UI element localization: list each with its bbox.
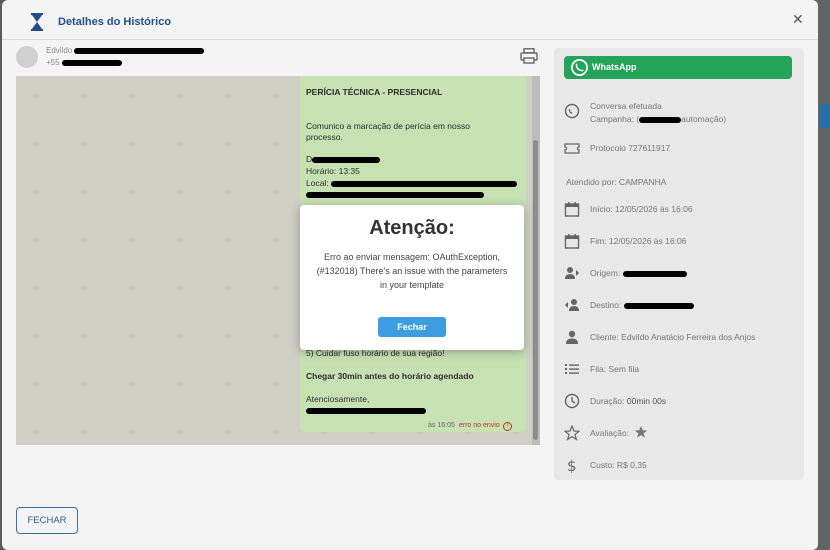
custo-text: Custo: R$ 0,35 [590, 460, 647, 470]
message-timestamp: às 16:05 [428, 422, 455, 429]
star-icon [634, 425, 648, 438]
error-icon: ! [502, 422, 512, 431]
print-icon[interactable] [520, 48, 538, 64]
duracao-row: Duração: 00min 00s [564, 391, 796, 413]
contact-header: Edvildo +55 [16, 44, 526, 74]
avatar [16, 46, 38, 68]
user-out-icon [565, 267, 579, 279]
custo-row: $ Custo: R$ 0,35 [564, 455, 796, 477]
message-time: Horário: 13:35 [306, 166, 360, 176]
fila-text: Fila: Sem fila [590, 364, 640, 374]
message-heading: PERÍCIA TÉCNICA - PRESENCIAL [306, 87, 443, 97]
redaction-mark [639, 116, 682, 123]
inicio-text: Início: 12/05/2026 às 16:06 [590, 204, 693, 214]
modal-title: Detalhes do Histórico [58, 16, 172, 28]
send-error-label: erro no envio [458, 422, 500, 429]
fim-text: Fim: 12/05/2026 às 16:06 [590, 236, 687, 246]
contact-name: Edvildo [46, 46, 73, 55]
ticket-icon [564, 143, 580, 154]
alert-close-button[interactable]: Fechar [378, 317, 446, 337]
message-line: processo. [306, 132, 343, 142]
user-in-icon [565, 299, 579, 311]
error-alert: Atenção: Erro ao enviar mensagem: OAuthE… [300, 205, 524, 350]
redaction-mark [306, 407, 426, 414]
close-modal-button[interactable]: FECHAR [16, 507, 78, 534]
protocolo-text: Protocolo 727611917 [590, 143, 671, 153]
whatsapp-label: WhatsApp [592, 62, 637, 72]
duracao-label: Duração: [590, 396, 625, 406]
person-icon [566, 330, 578, 344]
origem-label: Origem: [590, 268, 621, 278]
redaction-mark [74, 47, 205, 54]
details-panel: WhatsApp Conversa efetuada Campanha: ( au… [554, 48, 804, 480]
list-icon [565, 364, 579, 374]
conversa-text: Conversa efetuada [590, 101, 662, 111]
history-modal: Detalhes do Histórico ✕ Edvildo +55 PERÍ… [2, 0, 818, 550]
clock-icon [564, 393, 580, 409]
inicio-row: Início: 12/05/2026 às 16:06 [564, 199, 796, 221]
close-icon[interactable]: ✕ [792, 11, 804, 28]
avaliacao-row: Avaliação: [564, 423, 796, 445]
calendar-icon [564, 234, 580, 249]
hourglass-icon [31, 13, 43, 31]
conversa-row: Conversa efetuada Campanha: ( automação) [564, 101, 796, 124]
fim-row: Fim: 12/05/2026 às 16:06 [564, 231, 796, 253]
message-arrive: Chegar 30min antes do horário agendado [306, 371, 474, 381]
message-line: Comunico a marcação de perícia em nosso [306, 121, 470, 131]
chat-scroll-thumb[interactable] [533, 140, 538, 440]
campanha-label: Campanha: ( [590, 114, 640, 124]
destino-label: Destino: [590, 300, 622, 310]
campanha-suffix: automação) [681, 114, 727, 124]
star-outline-icon [564, 425, 580, 441]
duracao-value: 00min 00s [626, 396, 667, 406]
protocolo-row: Protocolo 727611917 [564, 138, 796, 160]
cliente-row: Cliente: Edvildo Anatácio Ferreira dos A… [564, 327, 796, 349]
destino-row: Destino: [564, 295, 796, 317]
alert-message: Erro ao enviar mensagem: OAuthException,… [316, 252, 508, 290]
origem-row: Origem: [564, 263, 796, 285]
alert-title: Atenção: [369, 217, 455, 239]
redaction-mark [331, 180, 518, 187]
modal-header: Detalhes do Histórico ✕ [2, 0, 818, 40]
contact-phone: +55 [46, 58, 60, 67]
redaction-mark [306, 191, 484, 198]
whatsapp-icon [571, 59, 588, 76]
chat-icon [564, 103, 580, 119]
redaction-mark [623, 302, 694, 309]
fila-row: Fila: Sem fila [564, 359, 796, 381]
whatsapp-channel-button[interactable]: WhatsApp [564, 56, 792, 79]
message-regards: Atenciosamente, [306, 394, 370, 404]
message-status: às 16:05 erro no envio! [428, 422, 512, 431]
redaction-mark [61, 59, 122, 66]
backdrop-right [818, 0, 830, 550]
message-local-label: Local: [306, 178, 329, 188]
atendido-text: Atendido por: CAMPANHA [566, 177, 667, 187]
cliente-text: Cliente: Edvildo Anatácio Ferreira dos A… [590, 332, 756, 342]
svg-text:$: $ [567, 457, 577, 473]
redaction-mark [312, 156, 381, 163]
calendar-icon [564, 202, 580, 217]
redaction-mark [622, 270, 687, 277]
dollar-icon: $ [567, 457, 577, 473]
avaliacao-label: Avaliação: [590, 428, 630, 438]
